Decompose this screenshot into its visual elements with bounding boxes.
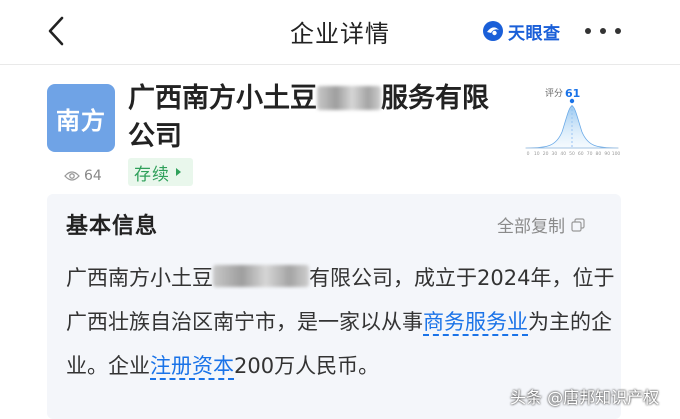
view-count-value: 64 — [84, 168, 102, 184]
registered-capital-link[interactable]: 注册资本 — [150, 354, 234, 378]
score-tick-label: 100 — [612, 151, 621, 157]
score-label: 评分 — [545, 88, 563, 99]
score-distribution-area — [525, 105, 619, 149]
score-tick-label: 60 — [578, 151, 584, 157]
basic-info-title: 基本信息 — [66, 214, 159, 239]
score-marker-dot — [569, 98, 575, 104]
score-chart[interactable]: 评分 61 0 10 20 30 40 50 60 70 80 90 100 — [522, 82, 622, 158]
page-title: 企业详情 — [290, 20, 390, 48]
company-name-prefix: 广西南方小土豆 — [128, 83, 317, 114]
desc-part-1: 广西南方小土豆 — [66, 266, 213, 290]
industry-link[interactable]: 商务服务业 — [423, 310, 528, 334]
score-tick-label: 10 — [534, 151, 540, 157]
score-tick-label: 0 — [527, 151, 530, 157]
status-label: 存续 — [134, 164, 170, 185]
company-description: 广西南方小土豆 有限公司，成立于2024年，位于广西壮族自治区南宁市，是一家以从事… — [66, 256, 621, 388]
score-tick-label: 40 — [560, 151, 566, 157]
brand-name: 天眼查 — [508, 23, 561, 44]
tianyancha-logo-icon — [483, 21, 503, 41]
header-divider — [0, 64, 680, 65]
desc-part-4: 200万人民币。 — [234, 354, 380, 378]
status-badge[interactable]: 存续 — [128, 158, 193, 186]
blurred-redaction — [317, 86, 381, 110]
score-tick-label: 20 — [543, 151, 549, 157]
score-tick-label: 30 — [552, 151, 558, 157]
view-count: 64 — [64, 168, 102, 184]
score-tick-label: 50 — [569, 151, 575, 157]
brand: 天眼查 — [482, 16, 561, 46]
company-name: 广西南方小土豆 服务有限公司 — [128, 80, 508, 156]
more-options-icon[interactable] — [585, 22, 621, 40]
blurred-redaction — [213, 265, 309, 287]
score-axis-ticks: 0 10 20 30 40 50 60 70 80 90 100 — [527, 151, 621, 157]
chevron-right-icon — [176, 168, 181, 176]
score-tick-label: 70 — [587, 151, 593, 157]
eye-icon — [64, 171, 80, 181]
company-logo-text: 南方 — [56, 106, 106, 135]
score-tick-label: 90 — [604, 151, 610, 157]
top-bar: 企业详情 天眼查 — [0, 0, 680, 62]
copy-all-label: 全部复制 — [497, 217, 565, 237]
score-value: 61 — [565, 87, 580, 100]
copy-all-button[interactable]: 全部复制 — [497, 212, 585, 237]
copy-icon — [571, 217, 585, 232]
company-logo: 南方 — [47, 84, 115, 152]
watermark: 头条 @唐邦知识产权 — [510, 388, 660, 407]
score-tick-label: 80 — [596, 151, 602, 157]
